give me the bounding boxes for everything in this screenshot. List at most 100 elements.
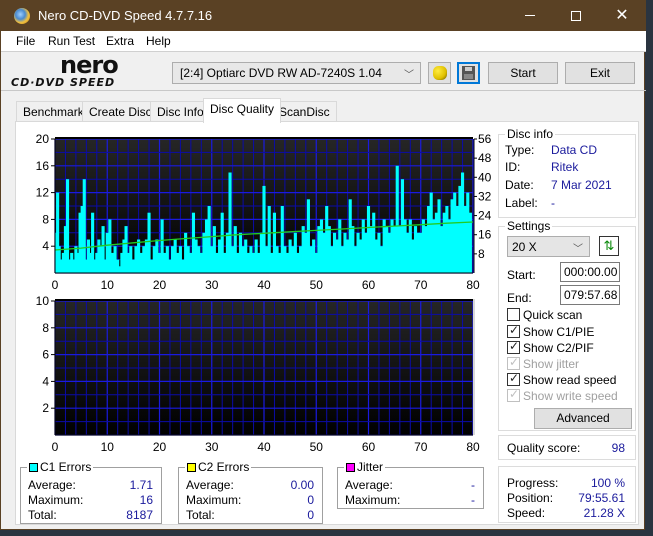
close-button[interactable]: ✕ <box>599 0 645 31</box>
c2-errors-legend: C2 Errors <box>185 460 252 474</box>
c2-errors-chart: 2 4 6 8 10 0 10 20 30 40 50 60 70 80 <box>36 294 480 454</box>
c2-color-swatch <box>187 463 196 472</box>
app-window: Nero CD-DVD Speed 4.7.7.16 ✕ File Run Te… <box>0 0 646 530</box>
drive-select-value: [2:4] Optiarc DVD RW AD-7240S 1.04 <box>180 66 382 80</box>
menu-run-test[interactable]: Run Test <box>48 34 95 48</box>
tab-disc-info[interactable]: Disc Info <box>150 101 211 122</box>
quick-scan-label: Quick scan <box>523 308 583 322</box>
y-tick-label: 4 <box>42 374 49 388</box>
c1-total-label: Total: <box>28 508 57 522</box>
menu-bar: File Run Test Extra Help <box>1 31 646 51</box>
show-c1-pie-label: Show C1/PIE <box>523 325 595 339</box>
disc-date-value: 7 Mar 2021 <box>551 178 612 192</box>
drive-info-button[interactable] <box>428 62 451 84</box>
disc-info-group: Disc info Type: Data CD ID: Ritek Date: … <box>498 127 636 218</box>
save-button[interactable] <box>457 62 480 84</box>
show-c2-pif-checkbox[interactable]: Show C2/PIF <box>507 339 594 355</box>
drives-icon <box>432 66 447 80</box>
toolbar: nero CD·DVD SPEED [2:4] Optiarc DVD RW A… <box>1 51 646 91</box>
app-icon <box>14 8 30 24</box>
menu-file[interactable]: File <box>16 34 35 48</box>
c2-average-label: Average: <box>186 478 234 492</box>
quality-score-label: Quality score: <box>507 441 581 455</box>
chevron-down-icon: ﹀ <box>404 70 414 81</box>
c1-average-value: 1.71 <box>129 478 153 492</box>
title-bar: Nero CD-DVD Speed 4.7.7.16 ✕ <box>1 0 646 31</box>
menu-extra[interactable]: Extra <box>106 34 134 48</box>
advanced-button[interactable]: Advanced <box>534 408 632 429</box>
exit-button[interactable]: Exit <box>565 62 635 84</box>
jitter-maximum-label: Maximum: <box>345 493 401 507</box>
x-tick-label: 50 <box>310 440 324 454</box>
show-c1-pie-checkbox[interactable]: Show C1/PIE <box>507 323 595 339</box>
y-tick-label: 20 <box>36 132 50 146</box>
start-label: Start: <box>507 268 536 282</box>
menu-help[interactable]: Help <box>146 34 171 48</box>
disc-info-title: Disc info <box>505 127 556 141</box>
quick-scan-checkbox[interactable]: Quick scan <box>507 308 582 322</box>
x-tick-label: 30 <box>205 440 219 454</box>
position-value: 79:55.61 <box>578 491 625 505</box>
tab-disc-quality[interactable]: Disc Quality <box>203 98 282 123</box>
tab-create-disc[interactable]: Create Disc <box>82 101 159 122</box>
end-time-input[interactable]: 079:57.68 <box>560 285 620 305</box>
speed-select[interactable]: 20 X ﹀ <box>507 236 590 257</box>
show-jitter-checkbox[interactable]: Show jitter <box>507 355 579 371</box>
jitter-maximum-value: - <box>471 493 475 507</box>
window-title: Nero CD-DVD Speed 4.7.7.16 <box>38 8 213 23</box>
show-write-speed-checkbox[interactable]: Show write speed <box>507 387 618 403</box>
y-tick-label: 8 <box>42 321 49 335</box>
disc-id-value: Ritek <box>551 160 579 174</box>
y-tick-label: 2 <box>42 401 49 415</box>
jitter-color-swatch <box>346 463 355 472</box>
c2-errors-title: C2 Errors <box>198 460 250 474</box>
start-button[interactable]: Start <box>488 62 558 84</box>
position-label: Position: <box>507 491 554 505</box>
disc-date-label: Date: <box>505 178 534 192</box>
jitter-average-value: - <box>471 478 475 492</box>
logo-text-cd-dvd-speed: CD·DVD SPEED <box>11 76 116 89</box>
y-tick-label: 12 <box>36 186 50 200</box>
x-tick-label: 60 <box>362 278 376 292</box>
checkbox-box <box>507 387 520 402</box>
disc-label-value: - <box>551 196 555 210</box>
x-tick-label: 40 <box>257 440 271 454</box>
maximize-icon <box>571 10 581 21</box>
c1-maximum-value: 16 <box>139 493 153 507</box>
x-tick-label: 0 <box>52 440 59 454</box>
c2-average-value: 0.00 <box>290 478 314 492</box>
disc-label-label: Label: <box>505 196 538 210</box>
show-read-speed-checkbox[interactable]: Show read speed <box>507 371 617 387</box>
minimize-button[interactable] <box>507 0 553 31</box>
start-time-input[interactable]: 000:00.00 <box>560 262 620 282</box>
close-icon: ✕ <box>615 7 629 24</box>
minimize-icon <box>525 15 535 17</box>
y2-tick-label: 24 <box>478 209 492 223</box>
x-tick-label: 20 <box>153 440 167 454</box>
x-tick-label: 60 <box>362 440 376 454</box>
x-tick-label: 20 <box>153 278 167 292</box>
c2-maximum-label: Maximum: <box>186 493 242 507</box>
floppy-disk-icon <box>462 66 475 80</box>
x-tick-label: 10 <box>101 440 115 454</box>
jitter-average-label: Average: <box>345 478 393 492</box>
tab-benchmark[interactable]: Benchmark <box>16 101 91 122</box>
plot-top-border <box>55 299 473 301</box>
show-write-speed-label: Show write speed <box>523 389 618 403</box>
show-c2-pif-label: Show C2/PIF <box>523 341 594 355</box>
c1-errors-title: C1 Errors <box>40 460 92 474</box>
refresh-button[interactable]: ⇅ <box>599 236 619 256</box>
speed-select-value: 20 X <box>512 240 537 254</box>
c1-error-bar <box>65 179 70 273</box>
drive-select[interactable]: [2:4] Optiarc DVD RW AD-7240S 1.04 ﹀ <box>172 62 421 84</box>
maximize-button[interactable] <box>553 0 599 31</box>
tab-scandisc[interactable]: ScanDisc <box>272 101 337 122</box>
progress-label: Progress: <box>507 476 559 490</box>
checkbox-box <box>507 355 520 370</box>
show-read-speed-label: Show read speed <box>523 373 617 387</box>
plot-right-border <box>473 299 475 435</box>
quality-score-group: Quality score: 98 <box>498 435 636 460</box>
plot-top-border <box>55 137 473 139</box>
progress-value: 100 % <box>590 476 625 490</box>
x-tick-label: 0 <box>52 278 59 292</box>
